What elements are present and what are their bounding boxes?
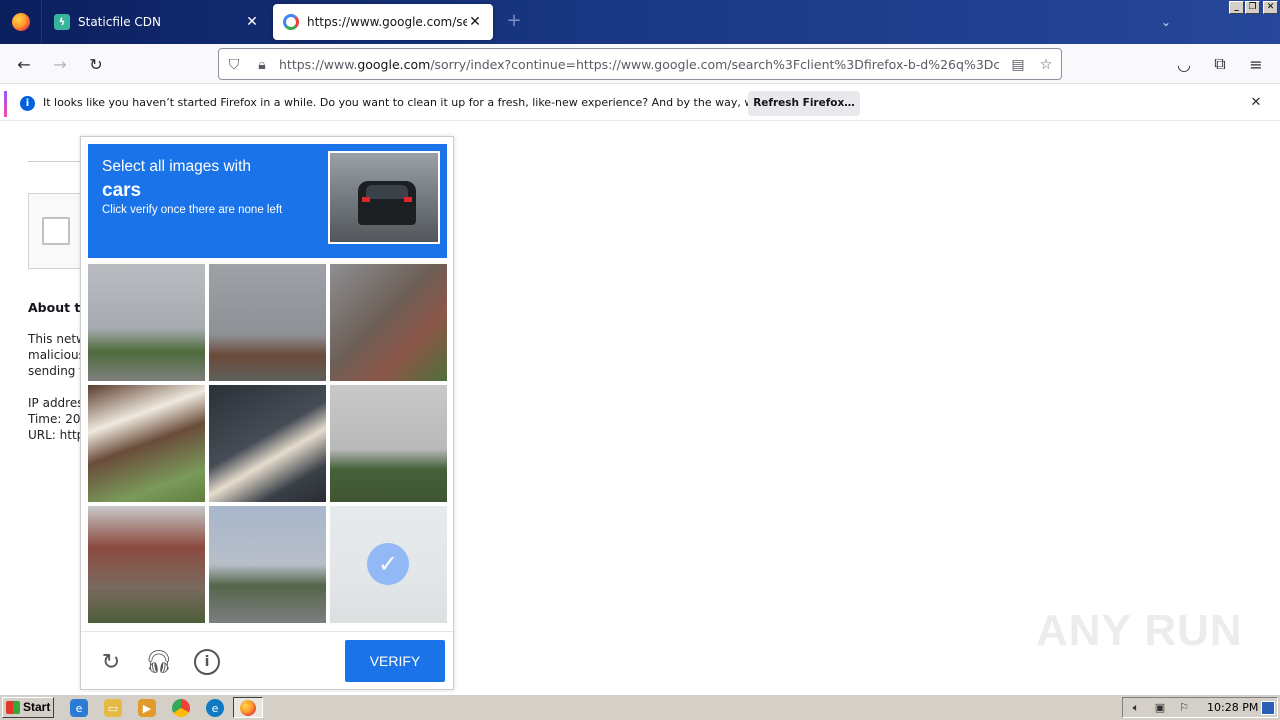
tracking-shield-icon[interactable]: ⛉ xyxy=(225,56,243,74)
internet-explorer-icon[interactable]: e xyxy=(70,699,88,717)
firefox-view-button[interactable] xyxy=(0,0,42,44)
verify-button[interactable]: VERIFY xyxy=(345,640,445,682)
recaptcha-checkbox[interactable] xyxy=(42,217,70,245)
system-tray: 🔈︎ ▣ ⚐ 10:28 PM xyxy=(1122,697,1278,718)
minimize-button[interactable]: _ xyxy=(1229,1,1244,14)
url-line: URL: http xyxy=(28,428,85,442)
action-center-flag-icon[interactable]: ⚐ xyxy=(1177,701,1191,715)
info-icon: i xyxy=(20,96,35,111)
challenge-hint: Click verify once there are none left xyxy=(102,204,283,216)
image-tile[interactable] xyxy=(209,385,326,502)
tab-staticfile-cdn[interactable]: ϟ Staticfile CDN ✕ xyxy=(44,4,270,40)
back-arrow-icon[interactable]: ← xyxy=(12,52,36,76)
navigation-toolbar: ← → ↻ ⛉ 🔒︎ https://www.google.com/sorry/… xyxy=(0,44,1280,84)
edge-icon[interactable]: e xyxy=(206,699,224,717)
new-tab-button[interactable]: + xyxy=(504,12,524,32)
reload-challenge-icon[interactable]: ↻ xyxy=(98,649,124,675)
tab-title: Staticfile CDN xyxy=(78,15,161,29)
challenge-footer: ↻ 🎧︎ i VERIFY xyxy=(81,631,453,691)
recaptcha-challenge-dialog: Select all images with cars Click verify… xyxy=(80,136,454,690)
google-favicon-icon xyxy=(283,14,299,30)
clock: 10:28 PM xyxy=(1207,701,1259,714)
network-icon[interactable]: ▣ xyxy=(1153,701,1167,715)
reload-icon[interactable]: ↻ xyxy=(84,52,108,76)
media-player-icon[interactable]: ▶ xyxy=(138,699,156,717)
forward-arrow-icon[interactable]: → xyxy=(48,52,72,76)
anyrun-watermark: ANY RUN xyxy=(1036,606,1243,655)
reader-view-icon[interactable]: ▤ xyxy=(1009,56,1027,74)
show-desktop-icon[interactable] xyxy=(1261,701,1275,715)
image-tile[interactable] xyxy=(88,506,205,623)
notification-message: It looks like you haven’t started Firefo… xyxy=(43,96,828,109)
image-tile[interactable] xyxy=(330,264,447,381)
sample-car-image xyxy=(328,151,440,244)
tab-close-icon[interactable]: ✕ xyxy=(467,14,483,30)
help-info-icon[interactable]: i xyxy=(194,649,220,675)
image-tile[interactable] xyxy=(209,264,326,381)
browser-tab-strip: ϟ Staticfile CDN ✕ https://www.google.co… xyxy=(0,0,1280,44)
tab-close-icon[interactable]: ✕ xyxy=(244,14,260,30)
image-tile[interactable] xyxy=(330,385,447,502)
address-bar[interactable]: ⛉ 🔒︎ https://www.google.com/sorry/index?… xyxy=(218,48,1062,80)
image-grid: ✓ xyxy=(88,264,448,624)
paragraph-line: sending t xyxy=(28,364,84,378)
list-all-tabs-chevron-icon[interactable]: ⌄ xyxy=(1156,12,1176,32)
image-tile[interactable] xyxy=(88,385,205,502)
tab-google-search[interactable]: https://www.google.com/search?c ✕ xyxy=(273,4,493,40)
bookmark-star-icon[interactable]: ☆ xyxy=(1037,56,1055,74)
pocket-icon[interactable]: ◡ xyxy=(1172,52,1196,76)
tail-light xyxy=(404,197,412,202)
recaptcha-anchor-box xyxy=(28,193,88,269)
file-explorer-icon[interactable]: ▭ xyxy=(104,699,122,717)
paragraph-line: malicious xyxy=(28,348,85,362)
firefox-logo-icon xyxy=(11,13,30,31)
checkmark-icon: ✓ xyxy=(367,543,409,585)
url-text[interactable]: https://www.google.com/sorry/index?conti… xyxy=(279,57,999,72)
ip-address-line: IP addres xyxy=(28,396,84,410)
firefox-taskbar-button[interactable] xyxy=(233,697,263,718)
challenge-header: Select all images with cars Click verify… xyxy=(88,144,447,258)
hamburger-menu-icon[interactable]: ≡ xyxy=(1244,52,1268,76)
notification-accent xyxy=(4,91,7,117)
divider xyxy=(28,161,88,162)
refresh-firefox-notification: i It looks like you haven’t started Fire… xyxy=(0,87,1280,121)
refresh-firefox-button[interactable]: Refresh Firefox… xyxy=(748,91,860,116)
start-label: Start xyxy=(23,700,51,714)
windows-taskbar: Start e ▭ ▶ e 🔈︎ ▣ ⚐ 10:28 PM xyxy=(0,694,1280,720)
close-window-button[interactable]: ✕ xyxy=(1263,1,1278,14)
chrome-icon[interactable] xyxy=(172,699,190,717)
tab-title: https://www.google.com/search?c xyxy=(307,15,467,29)
image-tile[interactable] xyxy=(88,264,205,381)
windows-flag-icon xyxy=(6,701,20,714)
lock-icon[interactable]: 🔒︎ xyxy=(253,56,271,74)
paragraph-line: This netw xyxy=(28,332,86,346)
image-tile[interactable] xyxy=(209,506,326,623)
speaker-icon[interactable]: 🔈︎ xyxy=(1129,701,1143,715)
firefox-icon xyxy=(240,699,256,716)
car-window-shape xyxy=(366,185,408,199)
challenge-instruction: Select all images with xyxy=(102,158,252,175)
challenge-target: cars xyxy=(102,180,142,201)
extensions-icon[interactable]: ⧉ xyxy=(1208,52,1232,76)
audio-challenge-headphones-icon[interactable]: 🎧︎ xyxy=(145,649,173,675)
image-tile-selected[interactable]: ✓ xyxy=(330,506,447,623)
start-button[interactable]: Start xyxy=(2,697,54,718)
tail-light xyxy=(362,197,370,202)
close-icon[interactable]: ✕ xyxy=(1248,95,1264,111)
restore-button[interactable]: ❐ xyxy=(1245,1,1260,14)
staticfile-favicon-icon: ϟ xyxy=(54,14,70,30)
